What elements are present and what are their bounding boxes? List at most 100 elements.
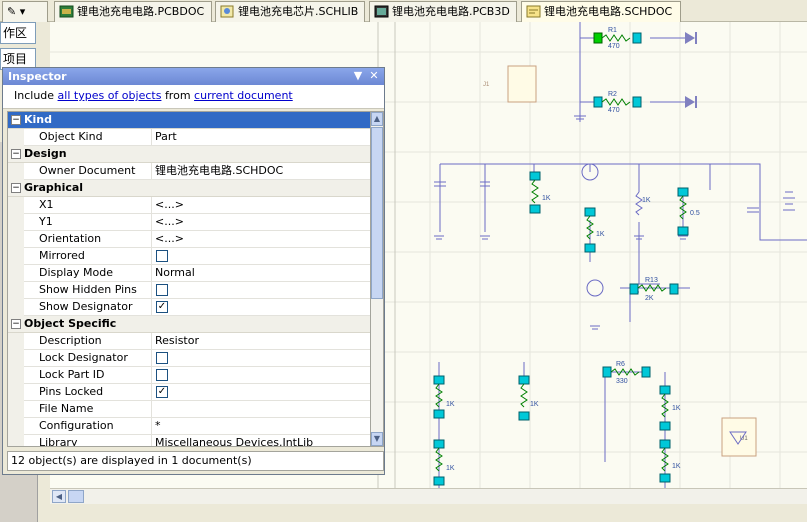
category-graphical[interactable]: − Graphical — [8, 180, 370, 197]
r2-value: 470 — [608, 107, 620, 114]
property-value[interactable]: * — [153, 418, 370, 434]
scroll-left-icon[interactable]: ◀ — [52, 490, 66, 503]
inspector-status: 12 object(s) are displayed in 1 document… — [7, 451, 384, 471]
row-show-hidden-pins[interactable]: Show Hidden Pins — [8, 282, 370, 299]
tab-pcb3d[interactable]: 锂电池充电电路.PCB3D — [369, 1, 517, 22]
tab-schdoc[interactable]: 锂电池充电电路.SCHDOC — [521, 1, 681, 22]
property-label: Owner Document — [8, 163, 152, 179]
property-value[interactable]: Normal — [153, 265, 370, 281]
property-value[interactable]: <...> — [153, 231, 370, 247]
tab-schlib[interactable]: 锂电池充电芯片.SCHLIB — [215, 1, 365, 22]
tab-hidden-overflow[interactable]: ✎ ▾ — [2, 1, 48, 22]
r12-value: 0.5 — [690, 210, 700, 217]
scope-link[interactable]: current document — [194, 89, 293, 102]
property-label: Pins Locked — [8, 384, 152, 400]
property-value: ✓ — [153, 299, 370, 315]
property-value[interactable]: <...> — [153, 214, 370, 230]
collapse-icon[interactable]: − — [11, 183, 21, 193]
row-mirrored[interactable]: Mirrored — [8, 248, 370, 265]
svg-text:J1: J1 — [483, 82, 490, 88]
show-designator-checkbox[interactable]: ✓ — [156, 301, 168, 313]
collapse-icon[interactable]: − — [11, 149, 21, 159]
row-object-kind[interactable]: Object Kind Part — [8, 129, 370, 146]
inspector-titlebar[interactable]: Inspector ▼ ✕ — [3, 68, 384, 85]
scroll-up-icon[interactable]: ▲ — [371, 112, 383, 126]
toolbar-icon: ✎ ▾ — [7, 5, 26, 18]
category-label: Object Specific — [24, 317, 117, 330]
property-label: Display Mode — [8, 265, 152, 281]
collapse-icon[interactable]: − — [11, 319, 21, 329]
property-label: X1 — [8, 197, 152, 213]
property-value — [153, 350, 370, 366]
row-configuration[interactable]: Configuration * — [8, 418, 370, 435]
panel-menu-icon[interactable]: ▼ — [351, 69, 365, 83]
tab-label: 锂电池充电芯片.SCHLIB — [238, 5, 359, 18]
pcb3d-icon — [374, 5, 389, 18]
pins-locked-checkbox[interactable]: ✓ — [156, 386, 168, 398]
property-value[interactable] — [153, 401, 370, 417]
row-file-name[interactable]: File Name — [8, 401, 370, 418]
property-value[interactable]: Resistor — [153, 333, 370, 349]
property-value — [153, 282, 370, 298]
horizontal-scrollbar[interactable]: ◀ — [50, 488, 807, 504]
r13-value: 2K — [645, 295, 654, 302]
scroll-thumb[interactable] — [371, 127, 383, 299]
collapse-icon[interactable]: − — [11, 115, 21, 125]
r4-value: 1K — [446, 465, 455, 472]
property-grid-scrollbar[interactable]: ▲ ▼ — [371, 111, 384, 447]
r2-designator: R2 — [608, 91, 617, 98]
mirrored-checkbox[interactable] — [156, 250, 168, 262]
close-icon[interactable]: ✕ — [367, 69, 381, 83]
lock-part-id-checkbox[interactable] — [156, 369, 168, 381]
row-display-mode[interactable]: Display Mode Normal — [8, 265, 370, 282]
document-tab-bar: ✎ ▾ 锂电池充电电路.PCBDOC 锂电池充电芯片.SCHLIB 锂电池充电电… — [0, 0, 807, 22]
property-value — [153, 367, 370, 383]
category-object-specific[interactable]: − Object Specific — [8, 316, 370, 333]
show-hidden-pins-checkbox[interactable] — [156, 284, 168, 296]
r8-value: 1K — [672, 463, 681, 470]
row-pins-locked[interactable]: Pins Locked ✓ — [8, 384, 370, 401]
property-value[interactable]: 锂电池充电电路.SCHDOC — [153, 163, 370, 179]
row-show-designator[interactable]: Show Designator ✓ — [8, 299, 370, 316]
property-label: File Name — [8, 401, 152, 417]
filter-include-label: Include — [14, 89, 55, 102]
row-owner-document[interactable]: Owner Document 锂电池充电电路.SCHDOC — [8, 163, 370, 180]
category-kind[interactable]: − Kind — [8, 112, 370, 129]
row-description[interactable]: Description Resistor — [8, 333, 370, 350]
property-value[interactable]: Part — [153, 129, 370, 145]
category-label: Kind — [24, 113, 52, 126]
tab-pcbdoc[interactable]: 锂电池充电电路.PCBDOC — [54, 1, 212, 22]
r13-designator: R13 — [645, 277, 658, 284]
property-value: ✓ — [153, 384, 370, 400]
row-lock-designator[interactable]: Lock Designator — [8, 350, 370, 367]
row-lock-part-id[interactable]: Lock Part ID — [8, 367, 370, 384]
r9-value: 1K — [542, 195, 551, 202]
property-label: Library — [8, 435, 152, 446]
tab-label: 锂电池充电电路.SCHDOC — [544, 5, 673, 18]
r10-value: 1K — [596, 231, 605, 238]
regulator-component — [721, 417, 757, 457]
tab-label: 锂电池充电电路.PCBDOC — [77, 5, 205, 18]
filter-from-label: from — [164, 89, 191, 102]
workspace-button[interactable]: 作区 — [0, 22, 36, 44]
property-label: Description — [8, 333, 152, 349]
category-design[interactable]: − Design — [8, 146, 370, 163]
property-value[interactable]: Miscellaneous Devices.IntLib — [153, 435, 370, 446]
all-types-link[interactable]: all types of objects — [58, 89, 162, 102]
row-x1[interactable]: X1 <...> — [8, 197, 370, 214]
row-orientation[interactable]: Orientation <...> — [8, 231, 370, 248]
r3-value: 1K — [446, 401, 455, 408]
property-value[interactable]: <...> — [153, 197, 370, 213]
row-y1[interactable]: Y1 <...> — [8, 214, 370, 231]
scroll-down-icon[interactable]: ▼ — [371, 432, 383, 446]
category-label: Design — [24, 147, 67, 160]
tab-label: 锂电池充电电路.PCB3D — [392, 5, 510, 18]
scroll-thumb[interactable] — [68, 490, 84, 503]
property-grid: − Kind Object Kind Part − Design Owner D… — [7, 111, 371, 447]
lock-designator-checkbox[interactable] — [156, 352, 168, 364]
property-label: Y1 — [8, 214, 152, 230]
row-library[interactable]: Library Miscellaneous Devices.IntLib — [8, 435, 370, 446]
r1-value: 470 — [608, 43, 620, 50]
inspector-panel: Inspector ▼ ✕ Include all types of objec… — [2, 67, 385, 475]
property-label: Lock Part ID — [8, 367, 152, 383]
